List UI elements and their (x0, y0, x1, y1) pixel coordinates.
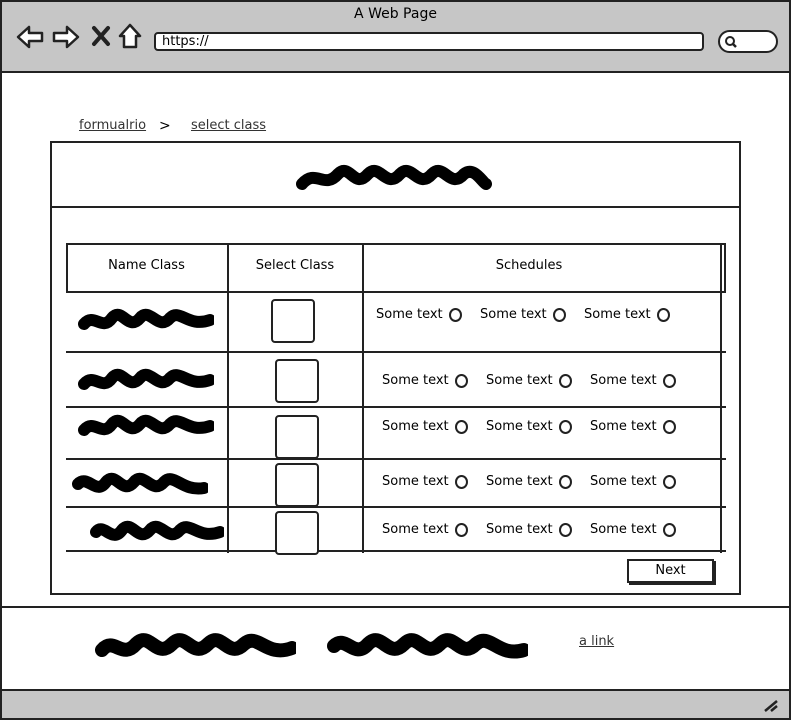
class-table: Name Class Select Class Schedules (66, 243, 726, 553)
row3-name-scribble (78, 414, 214, 436)
row1-option2-label: Some text (480, 307, 547, 322)
row2-select-checkbox[interactable] (275, 359, 319, 403)
row3-option2-radio[interactable] (559, 420, 572, 434)
row2-option2-label: Some text (486, 373, 553, 388)
row3-option3-radio[interactable] (663, 420, 676, 434)
row4-option1-radio[interactable] (455, 475, 468, 489)
row3-select-checkbox[interactable] (275, 415, 319, 459)
row2-name-scribble (78, 368, 214, 390)
row3-option2-label: Some text (486, 419, 553, 434)
row1-option1-label: Some text (376, 307, 443, 322)
row1-option2-radio[interactable] (553, 308, 566, 322)
next-button[interactable]: Next (627, 559, 714, 583)
resize-grip-icon[interactable] (763, 698, 779, 712)
header-name-class: Name Class (108, 258, 185, 273)
footer-scribble-2 (327, 633, 528, 659)
row4-select-checkbox[interactable] (275, 463, 319, 507)
row1-option1-radio[interactable] (449, 308, 462, 322)
row5-name-scribble (90, 520, 224, 541)
footer-link[interactable]: a link (579, 634, 614, 649)
back-arrow-icon[interactable] (15, 22, 49, 56)
row5-option2-radio[interactable] (559, 523, 572, 537)
row1-option3-label: Some text (584, 307, 651, 322)
breadcrumb-formulario[interactable]: formualrio (79, 118, 146, 133)
row4-option1-label: Some text (382, 474, 449, 489)
home-icon[interactable] (117, 22, 151, 56)
row3-option1-radio[interactable] (455, 420, 468, 434)
row5-option3-radio[interactable] (663, 523, 676, 537)
header-select-class: Select Class (255, 258, 335, 273)
search-icon (725, 36, 737, 48)
row4-option3-label: Some text (590, 474, 657, 489)
header-schedules: Schedules (495, 258, 563, 273)
row5-select-checkbox[interactable] (275, 511, 319, 555)
breadcrumb-separator: > (159, 118, 171, 134)
row2-option2-radio[interactable] (559, 374, 572, 388)
footer-scribble-1 (95, 633, 296, 658)
row4-option2-radio[interactable] (559, 475, 572, 489)
row2-option3-label: Some text (590, 373, 657, 388)
row1-select-checkbox[interactable] (271, 299, 315, 343)
status-bar (0, 689, 791, 720)
row5-option1-label: Some text (382, 522, 449, 537)
row4-option2-label: Some text (486, 474, 553, 489)
panel-header-divider (50, 206, 741, 208)
address-bar[interactable]: https:// (154, 32, 704, 51)
row5-option2-label: Some text (486, 522, 553, 537)
forward-arrow-icon[interactable] (51, 22, 85, 56)
row5-option1-radio[interactable] (455, 523, 468, 537)
row4-option3-radio[interactable] (663, 475, 676, 489)
row2-option3-radio[interactable] (663, 374, 676, 388)
row4-name-scribble (72, 472, 208, 495)
row3-option1-label: Some text (382, 419, 449, 434)
panel-title-scribble (296, 165, 492, 190)
row1-option3-radio[interactable] (657, 308, 670, 322)
row3-option3-label: Some text (590, 419, 657, 434)
breadcrumb-select-class[interactable]: select class (191, 118, 266, 133)
row2-option1-radio[interactable] (455, 374, 468, 388)
row5-option3-label: Some text (590, 522, 657, 537)
window-title: A Web Page (354, 6, 437, 22)
row1-name-scribble (78, 308, 214, 330)
row2-option1-label: Some text (382, 373, 449, 388)
search-field[interactable] (718, 30, 778, 53)
